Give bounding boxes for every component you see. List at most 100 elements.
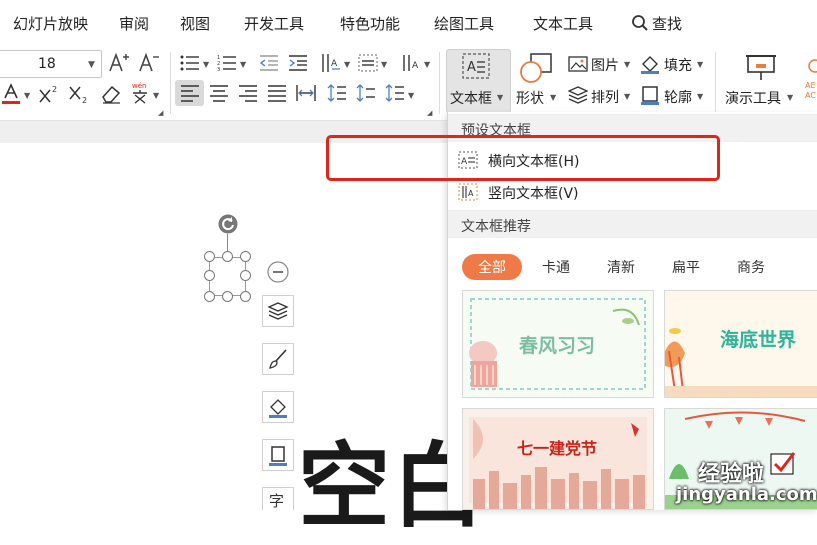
text-direction-icon[interactable]: A [320,52,342,74]
menu-text-tools[interactable]: 文本工具 [533,13,593,34]
filter-flat[interactable]: 扁平 [666,254,706,280]
pinyin-icon[interactable]: wén [129,81,151,105]
filter-business[interactable]: 商务 [731,254,771,280]
filter-fresh[interactable]: 清新 [601,254,641,280]
chevron-down-icon: ▼ [624,92,631,101]
resize-handle[interactable] [204,251,215,262]
layers-icon[interactable] [262,295,294,327]
spacing-options-icon[interactable] [385,83,405,103]
resize-handle[interactable] [204,270,215,281]
picture-label[interactable]: 图片 [591,55,619,75]
highlight-box [326,135,720,181]
chevron-down-icon: ▼ [153,91,160,100]
template-thumbnail[interactable]: 七一建党节 [462,408,654,510]
textbox-icon: A [461,52,491,80]
eraser-icon[interactable] [100,83,122,105]
chevron-down-icon: ▼ [697,92,704,101]
rotate-handle-icon[interactable] [218,214,238,234]
resize-handle[interactable] [240,291,251,302]
menu-item-vertical-textbox[interactable]: A 竖向文本框(V) [448,177,817,207]
outline-label[interactable]: 轮廓 [664,87,692,107]
fill-bucket-icon[interactable] [640,54,660,74]
chevron-down-icon: ▼ [787,93,794,102]
chevron-down-icon: ▼ [381,60,388,69]
shrink-font-icon[interactable] [138,52,160,74]
increase-indent-icon[interactable] [288,54,308,72]
align-left-icon[interactable] [180,84,200,102]
chevron-down-icon: ▼ [697,60,704,69]
chevron-down-icon: ▼ [88,60,95,70]
party-day-illustration [463,409,653,509]
resize-handle[interactable] [240,251,251,262]
chevron-down-icon: ▼ [344,60,351,69]
justify-icon[interactable] [267,84,287,102]
numbered-list-icon[interactable]: 123 [217,54,237,72]
presentation-tools-icon[interactable] [745,52,777,84]
thumbnail-title: 春风习习 [519,335,596,357]
text-style-icon[interactable]: 字 [262,487,294,510]
paragraph-spacing-icon[interactable] [356,83,376,103]
resize-handle[interactable] [204,291,215,302]
divider [439,52,440,114]
wordart-icon[interactable]: AE AC [803,58,817,102]
distribute-icon[interactable] [296,84,316,102]
template-thumbnail[interactable]: 海底世界 [664,290,817,398]
menu-search[interactable]: 查找 [652,13,682,34]
svg-text:A: A [468,189,474,198]
fill-bucket-icon[interactable] [262,391,294,423]
checkmark-icon [770,452,796,476]
chevron-down-icon: ▼ [24,91,31,100]
vertical-textbox-label: 竖向文本框(V) [488,186,579,202]
resize-handle[interactable] [222,291,233,302]
expand-corner-icon[interactable]: ◢ [427,109,432,117]
picture-icon[interactable] [568,55,588,73]
svg-text:wén: wén [132,82,146,90]
font-size-value: 18 [38,56,56,72]
bullet-list-icon[interactable] [180,54,200,72]
menu-view[interactable]: 视图 [180,13,210,34]
filter-cartoon[interactable]: 卡通 [536,254,576,280]
svg-text:AE: AE [805,81,816,90]
outline-icon[interactable] [640,85,660,105]
menu-developer[interactable]: 开发工具 [244,13,304,34]
filter-all[interactable]: 全部 [462,254,522,280]
chevron-down-icon: ▼ [408,91,415,100]
menu-review[interactable]: 审阅 [119,13,149,34]
thumbnail-title: 海底世界 [720,329,797,351]
divider [170,52,171,114]
brush-icon[interactable] [262,343,294,375]
svg-text:A: A [467,60,476,75]
watermark-url: jingyanla.com [676,484,817,505]
svg-text:A: A [331,59,338,69]
fill-label[interactable]: 填充 [664,55,692,75]
search-icon[interactable] [631,14,649,32]
font-color-icon[interactable] [2,83,22,105]
menu-slideshow[interactable]: 幻灯片放映 [13,13,88,34]
arrange-label[interactable]: 排列 [591,87,619,107]
subscript-icon[interactable]: 2 [68,84,90,104]
svg-text:2: 2 [82,96,87,104]
align-center-icon[interactable] [209,84,229,102]
decrease-indent-icon[interactable] [259,54,279,72]
column-icon[interactable]: A [400,52,422,74]
svg-text:字: 字 [269,492,284,509]
outline-icon[interactable] [262,439,294,471]
line-spacing-icon[interactable] [327,83,347,103]
grow-font-icon[interactable] [108,52,130,74]
shape-label[interactable]: 形状 [516,88,544,108]
resize-handle[interactable] [222,251,233,262]
menu-drawing-tools[interactable]: 绘图工具 [434,13,494,34]
svg-text:2: 2 [52,85,57,94]
shape-icon[interactable] [519,52,553,86]
expand-corner-icon[interactable]: ◢ [158,109,163,117]
align-text-icon[interactable] [357,52,379,74]
collapse-icon[interactable] [267,261,289,283]
arrange-icon[interactable] [568,86,588,104]
superscript-icon[interactable]: 2 [38,84,60,104]
template-thumbnail[interactable]: 春风习习 [462,290,654,398]
align-right-icon[interactable] [238,84,258,102]
resize-handle[interactable] [240,270,251,281]
presentation-tools-label[interactable]: 演示工具 [725,88,781,108]
svg-text:AC: AC [805,91,816,100]
menu-features[interactable]: 特色功能 [340,13,400,34]
